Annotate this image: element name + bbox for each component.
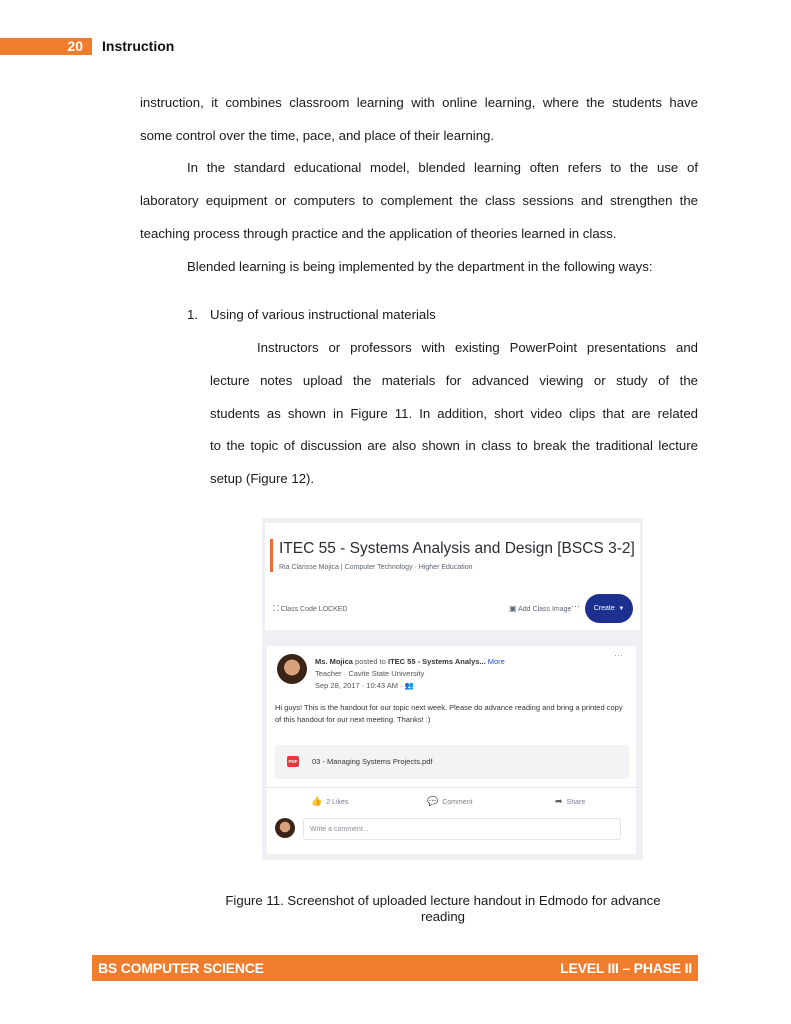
share-button[interactable]: ➦ Share: [555, 796, 585, 807]
caption-line: Figure 11. Screenshot of uploaded lectur…: [225, 893, 661, 908]
figure-caption: Figure 11. Screenshot of uploaded lectur…: [180, 893, 706, 925]
add-class-image-label: Add Class Image: [518, 606, 572, 613]
more-options-icon[interactable]: ···: [571, 601, 580, 611]
post-date: Sep 28, 2017 · 10:43 AM ·: [315, 681, 403, 690]
post-target[interactable]: ITEC 55 - Systems Analys...: [388, 657, 486, 666]
footer-bar: BS COMPUTER SCIENCE LEVEL III – PHASE II: [92, 955, 698, 981]
paragraph-line: laboratory equipment or computers to com…: [140, 193, 698, 208]
share-label: Share: [566, 799, 586, 806]
class-header-card: ITEC 55 - Systems Analysis and Design [B…: [265, 523, 640, 630]
attachment-name[interactable]: 03 - Managing Systems Projects.pdf: [312, 757, 432, 766]
paragraph-line: instruction, it combines classroom learn…: [140, 95, 698, 110]
paragraph-line: some control over the time, pace, and pl…: [140, 128, 495, 143]
post-author[interactable]: Ms. Mojica: [315, 657, 353, 666]
likes-label: 2 Likes: [326, 799, 349, 806]
like-icon: 👍: [311, 796, 323, 806]
edmodo-screenshot: ITEC 55 - Systems Analysis and Design [B…: [262, 518, 643, 860]
post-options-icon[interactable]: ···: [614, 650, 623, 660]
footer-right: LEVEL III – PHASE II: [560, 960, 692, 976]
paragraph-line: setup (Figure 12).: [210, 471, 315, 486]
create-label: Create: [593, 605, 615, 612]
class-title: ITEC 55 - Systems Analysis and Design [B…: [279, 540, 635, 557]
paragraph-line: lecture notes upload the materials for a…: [210, 373, 698, 388]
paragraph-line: teaching process through practice and th…: [140, 226, 617, 241]
post-meta: Ms. Mojica posted to ITEC 55 - Systems A…: [315, 656, 505, 692]
list-item-number: 1.: [187, 307, 198, 322]
post-role: Teacher · Cavite State University: [315, 669, 425, 678]
paragraph-line: Blended learning is being implemented by…: [187, 259, 653, 274]
list-item-title: Using of various instructional materials: [210, 307, 436, 322]
paragraph-line: In the standard educational model, blend…: [187, 160, 698, 175]
comment-label: Comment: [442, 799, 473, 806]
class-subtitle: Ria Clarisse Mojica | Computer Technolog…: [279, 564, 473, 571]
page-number: 20: [0, 38, 92, 55]
footer-left: BS COMPUTER SCIENCE: [98, 960, 264, 976]
comment-input[interactable]: Write a comment...: [303, 818, 621, 840]
attachment[interactable]: PDF 03 - Managing Systems Projects.pdf: [275, 745, 629, 779]
comment-button[interactable]: 💬 Comment: [427, 796, 473, 807]
chevron-down-icon: ▼: [616, 606, 625, 612]
paragraph-line: students as shown in Figure 11. In addit…: [210, 406, 698, 421]
caption-line: reading: [421, 909, 465, 924]
section-title: Instruction: [102, 38, 175, 54]
paragraph-line: Instructors or professors with existing …: [257, 340, 698, 355]
post-body: Hi guys! This is the handout for our top…: [275, 703, 623, 724]
add-class-image-button[interactable]: ▣ Add Class Image: [509, 604, 571, 613]
class-code-label: Class Code LOCKED: [280, 606, 348, 613]
share-icon: ➦: [555, 796, 563, 806]
comment-icon: 💬: [427, 796, 439, 806]
audience-icon: 👥: [404, 681, 414, 690]
like-button[interactable]: 👍 2 Likes: [311, 796, 348, 807]
pdf-icon: PDF: [287, 756, 299, 767]
accent-bar: [270, 539, 273, 572]
avatar[interactable]: [277, 654, 307, 684]
image-icon: ▣: [509, 604, 517, 613]
more-link[interactable]: More: [488, 657, 505, 666]
post-posted-to: posted to: [355, 657, 386, 666]
class-code[interactable]: ⛶ Class Code LOCKED: [273, 604, 347, 614]
avatar: [275, 818, 295, 838]
lock-icon: ⛶: [273, 604, 279, 613]
paragraph-line: to the topic of discussion are also show…: [210, 438, 698, 453]
create-button[interactable]: Create ▼: [585, 594, 633, 623]
divider: [267, 787, 636, 788]
post-card: Ms. Mojica posted to ITEC 55 - Systems A…: [267, 646, 636, 854]
